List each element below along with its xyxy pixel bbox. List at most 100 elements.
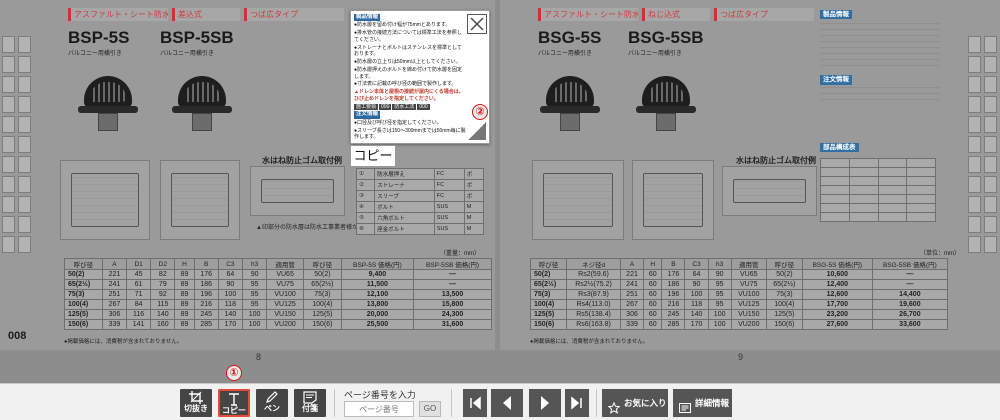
table-cell	[906, 203, 936, 213]
table-cell: 176	[661, 269, 686, 280]
details-button[interactable]: 詳細情報	[673, 389, 732, 417]
toolbar-divider	[451, 389, 452, 417]
popup-line: ●寸法表に記載の呼び径の範囲で製作します。	[354, 81, 457, 88]
popup-order-heading: 注文情報	[354, 111, 381, 119]
table-cell: 65(2½)	[529, 279, 568, 290]
table-cell: ボ	[463, 190, 485, 202]
table-cell	[848, 194, 879, 204]
pen-tool-label: ペン	[264, 404, 280, 413]
column-header: BSP-5SB 価格(円)	[413, 258, 492, 270]
table-cell: Rs5(138.4)	[566, 309, 621, 320]
table-cell: 245	[193, 309, 219, 320]
table-cell: 60	[643, 269, 663, 280]
resize-handle-icon[interactable]	[468, 122, 486, 140]
close-icon[interactable]	[467, 14, 487, 34]
crop-tool-button[interactable]: 切抜き	[180, 389, 212, 417]
table-cell: Rs2½(75.2)	[566, 279, 621, 290]
table-cell: Rs6(163.8)	[566, 319, 621, 330]
column-header: C3	[684, 258, 709, 270]
column-header: 適用管	[730, 258, 767, 270]
crop-icon	[180, 389, 212, 404]
page-number-input[interactable]	[344, 401, 414, 417]
table-cell: 100(4)	[64, 299, 103, 310]
parts-heading: 部品構成表	[820, 143, 859, 153]
parts-table: ① 防水層押え FC ボ ② ストレーナ FC ボ ③ スリーブ FC ボ ④ ボルト SUS M ⑤ 六角ボルト…	[355, 168, 485, 235]
copy-tool-button[interactable]: コピー	[217, 388, 251, 418]
table-row: 65(2½) 241 61 79 89 186 90 95 VU75 65(2½) 11,500—	[64, 279, 492, 290]
drain-product-image	[636, 76, 696, 132]
table-cell: 95	[707, 289, 732, 300]
skip-last-icon	[571, 396, 582, 410]
selected-text-area[interactable]: 製品情報 ●防水層を留め付け幅が75mmとあります。 ●排水管の接続方法について…	[354, 14, 466, 140]
popup-line: ●防水層を留め付け幅が75mmとあります。	[354, 22, 451, 29]
table-cell: SUS	[433, 223, 465, 235]
diagram-title: 水はね防止ゴム取付例	[262, 156, 342, 165]
table-cell: 防水層押え	[374, 168, 435, 180]
next-page-button[interactable]	[529, 389, 561, 417]
table-cell: FC	[433, 168, 465, 180]
catalog-page-number: 008	[8, 330, 27, 342]
table-cell	[906, 176, 936, 186]
table-cell: 285	[193, 319, 219, 330]
spec-price-table: 呼び径 ネジ径d A H B C3 h3 適用管 呼び径 BSG-5S 価格(円) BSG-5SB …	[529, 258, 949, 330]
toolbar-divider	[334, 389, 335, 417]
go-button[interactable]: GO	[419, 401, 441, 417]
table-row	[820, 203, 936, 213]
table-cell: 25,500	[340, 319, 415, 330]
details-label: 詳細情報	[695, 398, 730, 408]
table-row: 65(2½) Rs2½(75.2) 241 60 186 90 95 VU75 65(2½) 12…	[529, 279, 949, 290]
column-header: BSP-5S 価格(円)	[340, 258, 415, 270]
table-cell: VU200	[266, 319, 304, 330]
table-cell: 65(2½)	[302, 279, 342, 290]
table-cell: 89	[174, 299, 195, 310]
column-header: ネジ径d	[566, 258, 621, 270]
sticky-note-tool-button[interactable]: 付箋	[294, 389, 326, 417]
table-cell: 125(5)	[529, 309, 568, 320]
popup-line: ●防水層押えのボルトを締め付けて防水層を固定します。	[354, 66, 463, 80]
table-cell: 75(3)	[302, 289, 342, 300]
first-page-button[interactable]	[463, 389, 487, 417]
last-page-button[interactable]	[565, 389, 589, 417]
table-cell: —	[871, 269, 949, 280]
table-cell: FC	[433, 179, 465, 191]
table-cell: 176	[193, 269, 219, 280]
table-cell: VU125	[730, 299, 767, 310]
table-cell	[877, 167, 908, 177]
category-tag-wide-flange: つば広タイプ	[714, 8, 814, 21]
table-row: 150(6) 339 141 160 89 285 170 100 VU200 150(6) 25,…	[64, 319, 492, 330]
table-cell: 65(2½)	[765, 279, 803, 290]
column-header: H	[643, 258, 663, 270]
table-cell	[820, 194, 850, 204]
table-cell: 84	[126, 299, 152, 310]
unit-label: （単位：mm）	[920, 251, 960, 257]
table-cell: 150(6)	[765, 319, 803, 330]
product-code: BSP-5S	[68, 28, 130, 47]
table-row: 100(4) Rs4(113.0) 267 60 216 118 95 VU125 100(4)…	[529, 299, 949, 310]
table-cell: 12,600	[801, 289, 873, 300]
drain-drawing	[160, 160, 240, 240]
copy-selection-popup[interactable]: 製品情報 ●防水層を留め付け幅が75mmとあります。 ●排水管の接続方法について…	[350, 10, 490, 144]
table-cell: 64	[217, 269, 243, 280]
sticky-note-tool-label: 付箋	[302, 404, 318, 413]
copy-button[interactable]: コピー	[350, 145, 396, 167]
table-row: ① 防水層押え FC ボ	[355, 168, 485, 180]
table-cell	[848, 176, 879, 186]
table-cell: 118	[217, 299, 243, 310]
catalog-page-right[interactable]: アスファルト・シート防水 ねじ込式 つば広タイプ BSG-5S バルコニー用横引…	[500, 0, 1000, 350]
table-cell: Rs2(59.6)	[566, 269, 621, 280]
pen-tool-button[interactable]: ペン	[256, 389, 288, 417]
favorites-button[interactable]: お気に入り	[602, 389, 668, 417]
column-header: 呼び径	[64, 258, 103, 270]
table-cell: 170	[684, 319, 709, 330]
previous-page-button[interactable]	[491, 389, 523, 417]
table-cell: 90	[684, 279, 709, 290]
table-row: ② ストレーナ FC ボ	[355, 179, 485, 191]
table-cell	[820, 158, 850, 168]
table-row: 75(3) Rs3(87.9) 251 60 196 100 95 VU100 75(3) 12,…	[529, 289, 949, 300]
category-tag-waterproof: アスファルト・シート防水	[68, 8, 168, 21]
table-cell: 196	[661, 289, 686, 300]
table-cell: 75(3)	[64, 289, 103, 300]
table-cell: 79	[150, 279, 176, 290]
install-example-drawing	[250, 166, 345, 216]
category-tag-wide-flange: つば広タイプ	[244, 8, 344, 21]
